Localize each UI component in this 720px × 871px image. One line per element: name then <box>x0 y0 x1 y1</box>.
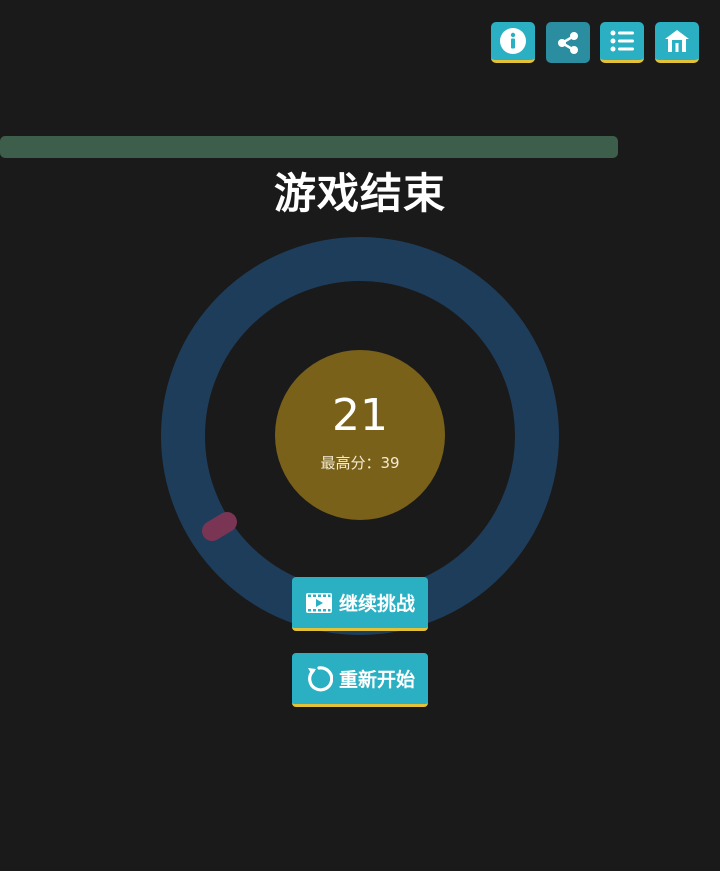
home-button[interactable] <box>655 22 699 63</box>
game-over-title: 游戏结束 <box>273 169 446 218</box>
continue-challenge-label: 继续挑战 <box>338 593 415 615</box>
continue-challenge-button[interactable]: 继续挑战 <box>292 577 428 631</box>
share-button[interactable] <box>546 22 590 63</box>
progress-bar <box>0 136 618 158</box>
list-icon <box>610 30 634 52</box>
restart-icon <box>307 665 333 691</box>
score-value: 21 <box>332 390 388 441</box>
info-button[interactable] <box>491 22 535 63</box>
restart-button[interactable]: 重新开始 <box>292 653 428 707</box>
progress-fill <box>0 136 618 158</box>
list-button[interactable] <box>600 22 644 63</box>
score-circle: 21 最高分：39 <box>275 350 445 520</box>
restart-label: 重新开始 <box>338 669 415 691</box>
best-score-label: 最高分：39 <box>320 454 400 472</box>
game-over-screen: 游戏结束 21 最高分：39 继续挑战 重新开始 <box>0 0 720 871</box>
video-icon <box>305 592 332 613</box>
share-icon <box>558 31 578 54</box>
home-icon <box>665 30 689 52</box>
info-icon <box>500 28 526 54</box>
ring-marker <box>202 512 237 541</box>
